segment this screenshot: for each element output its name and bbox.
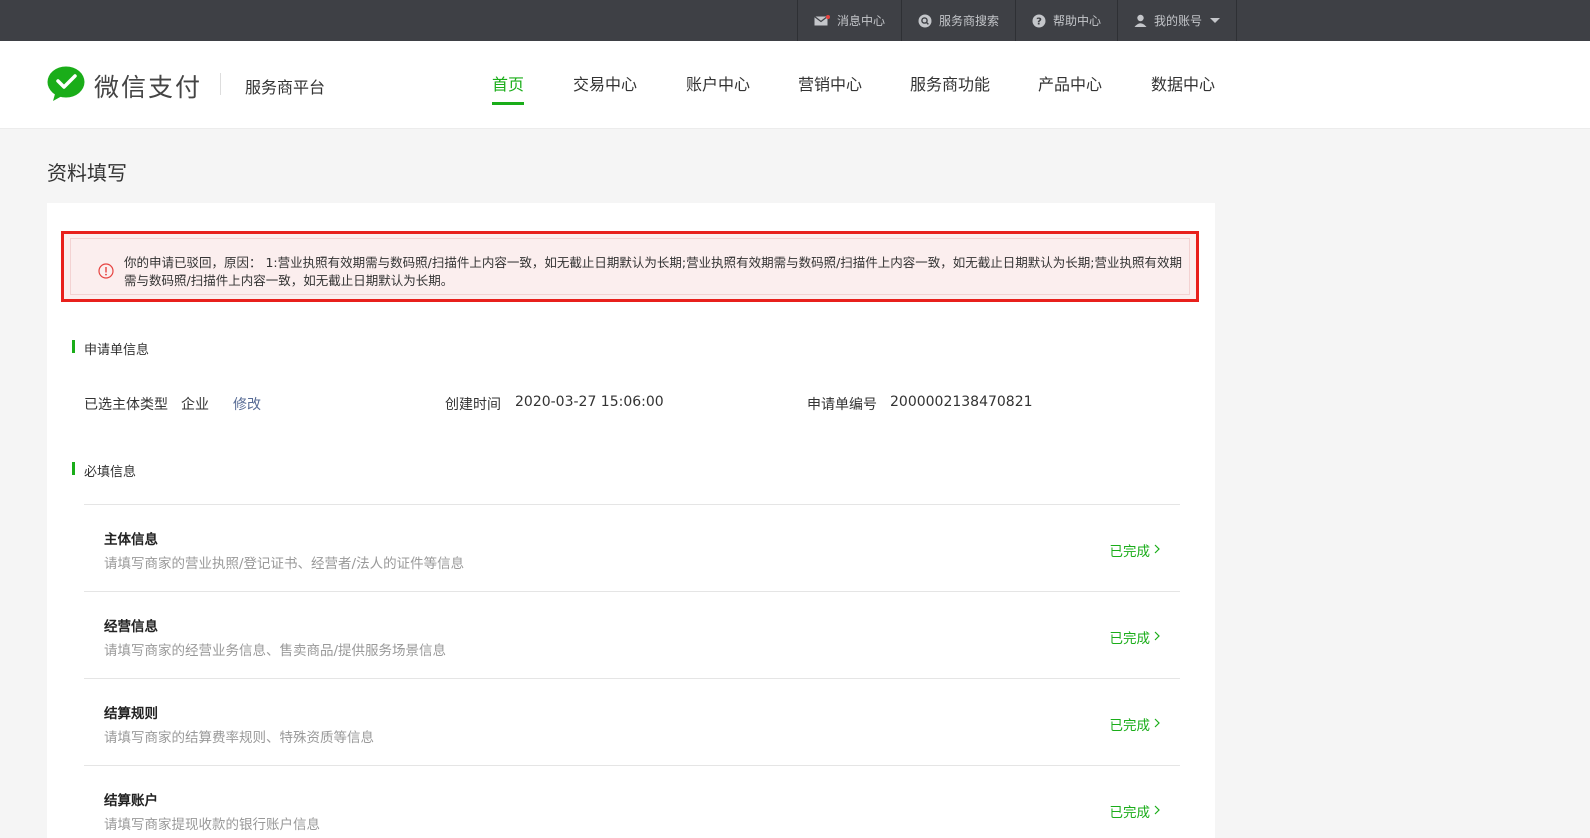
nav-transactions[interactable]: 交易中心	[573, 71, 637, 95]
message-center-link[interactable]: 消息中心	[796, 0, 901, 41]
required-info-title: 必填信息	[72, 461, 136, 480]
status-label: 已完成	[1109, 805, 1151, 821]
status-completed: 已完成	[1110, 714, 1161, 734]
help-icon: ?	[1032, 14, 1046, 28]
list-item-title: 结算账户	[104, 793, 158, 809]
status-label: 已完成	[1109, 718, 1151, 734]
help-center-link[interactable]: ? 帮助中心	[1014, 0, 1117, 41]
status-label: 已完成	[1109, 631, 1151, 647]
form-card: 你的申请已驳回，原因： 1:营业执照有效期需与数码照/扫描件上内容一致，如无截止…	[47, 203, 1215, 838]
entity-type-label: 已选主体类型	[84, 397, 168, 413]
list-item-desc: 请填写商家的结算费率规则、特殊资质等信息	[104, 730, 374, 746]
header-divider	[220, 73, 221, 95]
list-item-desc: 请填写商家提现收款的银行账户信息	[104, 817, 320, 833]
application-number-value: 2000002138470821	[890, 394, 1033, 410]
logo-text: 微信支付	[94, 73, 203, 102]
main-header: 微信支付 服务商平台 首页 交易中心 账户中心 营销中心 服务商功能 产品中心 …	[0, 41, 1590, 129]
mail-icon	[814, 14, 830, 27]
search-icon	[918, 14, 932, 28]
provider-search-label: 服务商搜索	[938, 14, 999, 28]
list-item-desc: 请填写商家的经营业务信息、售卖商品/提供服务场景信息	[104, 643, 447, 659]
list-item-title: 经营信息	[104, 619, 158, 635]
list-item-settlement-account[interactable]: 结算账户 请填写商家提现收款的银行账户信息 已完成	[84, 765, 1180, 838]
platform-name: 服务商平台	[245, 78, 326, 97]
list-item-title: 结算规则	[104, 706, 158, 722]
nav-marketing[interactable]: 营销中心	[798, 71, 862, 95]
chevron-right-icon	[1154, 542, 1160, 558]
status-label: 已完成	[1109, 544, 1151, 560]
warning-icon	[98, 263, 114, 283]
page-title: 资料填写	[47, 161, 127, 185]
entity-type-value: 企业	[181, 397, 209, 413]
status-completed: 已完成	[1110, 801, 1161, 821]
top-bar: 消息中心 服务商搜索 ? 帮助中心 我的账号	[0, 0, 1590, 41]
chevron-down-icon	[1210, 18, 1220, 23]
chevron-right-icon	[1154, 716, 1160, 732]
my-account-label: 我的账号	[1153, 14, 1202, 28]
nav-products[interactable]: 产品中心	[1038, 71, 1102, 95]
application-info-title: 申请单信息	[72, 339, 149, 358]
list-item-title: 主体信息	[104, 532, 158, 548]
wechat-pay-logo[interactable]: 微信支付	[47, 66, 202, 106]
provider-search-link[interactable]: 服务商搜索	[900, 0, 1015, 41]
nav-provider-functions[interactable]: 服务商功能	[910, 71, 990, 95]
help-center-label: 帮助中心	[1052, 14, 1101, 28]
list-item-settlement-rules[interactable]: 结算规则 请填写商家的结算费率规则、特殊资质等信息 已完成	[84, 678, 1180, 765]
chevron-right-icon	[1154, 803, 1160, 819]
wechat-pay-icon	[47, 66, 85, 106]
rejection-alert: 你的申请已驳回，原因： 1:营业执照有效期需与数码照/扫描件上内容一致，如无截止…	[61, 231, 1199, 302]
chevron-right-icon	[1154, 629, 1160, 645]
svg-text:?: ?	[1036, 16, 1042, 27]
nav-account[interactable]: 账户中心	[686, 71, 750, 95]
status-completed: 已完成	[1110, 627, 1161, 647]
application-number-label: 申请单编号	[807, 397, 877, 413]
message-center-label: 消息中心	[836, 14, 885, 28]
created-time-label: 创建时间	[445, 397, 501, 413]
list-item-entity-info[interactable]: 主体信息 请填写商家的营业执照/登记证书、经营者/法人的证件等信息 已完成	[84, 504, 1180, 591]
alert-message: 你的申请已驳回，原因： 1:营业执照有效期需与数码照/扫描件上内容一致，如无截止…	[124, 255, 1182, 288]
top-bar-menu: 消息中心 服务商搜索 ? 帮助中心 我的账号	[796, 0, 1237, 41]
required-info-list: 主体信息 请填写商家的营业执照/登记证书、经营者/法人的证件等信息 已完成 经营…	[84, 504, 1180, 838]
nav-home[interactable]: 首页	[492, 71, 525, 105]
status-completed: 已完成	[1110, 540, 1161, 560]
my-account-menu[interactable]: 我的账号	[1116, 0, 1237, 41]
list-item-desc: 请填写商家的营业执照/登记证书、经营者/法人的证件等信息	[104, 556, 465, 572]
created-time-value: 2020-03-27 15:06:00	[515, 394, 664, 410]
list-item-business-info[interactable]: 经营信息 请填写商家的经营业务信息、售卖商品/提供服务场景信息 已完成	[84, 591, 1180, 678]
modify-link[interactable]: 修改	[233, 394, 261, 414]
user-icon	[1134, 14, 1147, 27]
nav-data[interactable]: 数据中心	[1151, 71, 1215, 95]
